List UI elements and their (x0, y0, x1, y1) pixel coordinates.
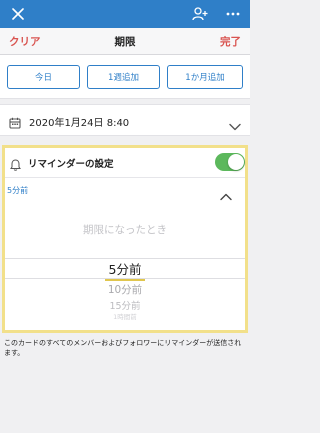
done-button[interactable]: 完了 (220, 34, 241, 49)
picker-selection-line-bottom (5, 278, 245, 279)
add-week-button[interactable]: 1週追加 (87, 65, 160, 89)
more-icon[interactable] (222, 4, 244, 24)
toggle-knob (228, 154, 244, 170)
reminder-toggle[interactable] (215, 153, 245, 171)
picker-option[interactable]: 15分前 (5, 298, 245, 312)
chevron-down-icon[interactable] (229, 116, 241, 135)
calendar-icon (9, 114, 21, 133)
add-month-button[interactable]: 1か月追加 (167, 65, 243, 89)
chevron-up-icon[interactable] (220, 186, 232, 205)
reminder-header: リマインダーの設定 (5, 148, 245, 178)
due-date-value: 2020年1月24日 8:40 (29, 118, 130, 129)
reminder-title: リマインダーの設定 (28, 159, 114, 170)
picker-option-selected-label: 5分前 (108, 262, 142, 277)
bell-icon (10, 156, 21, 175)
due-date-header: クリア 期限 完了 (0, 28, 250, 55)
selected-underline (105, 279, 145, 281)
picker-option[interactable]: 期限になったとき (5, 222, 245, 237)
due-date-row[interactable]: 2020年1月24日 8:40 (0, 104, 250, 136)
reminder-note: このカードのすべてのメンバーおよびフォロワーにリマインダーが送信されます。 (4, 339, 242, 357)
add-person-icon[interactable] (189, 4, 211, 24)
quick-add-row: 今日 1週追加 1か月追加 (0, 55, 250, 99)
close-icon[interactable] (8, 4, 28, 24)
picker-option[interactable]: 1時間前 (5, 311, 245, 321)
picker-option[interactable]: 10分前 (5, 282, 245, 297)
page-title: 期限 (114, 36, 136, 48)
top-bar (0, 0, 250, 28)
reminder-selected-value: 5分前 (7, 186, 29, 195)
reminder-picker-wheel[interactable]: 期限になったとき 5分前 10分前 15分前 1時間前 (5, 210, 245, 330)
reminder-selector[interactable]: 5分前 (5, 178, 245, 204)
today-button[interactable]: 今日 (7, 65, 80, 89)
reminder-panel: リマインダーの設定 5分前 期限になったとき 5分前 10分前 15分前 1時間… (2, 145, 248, 333)
